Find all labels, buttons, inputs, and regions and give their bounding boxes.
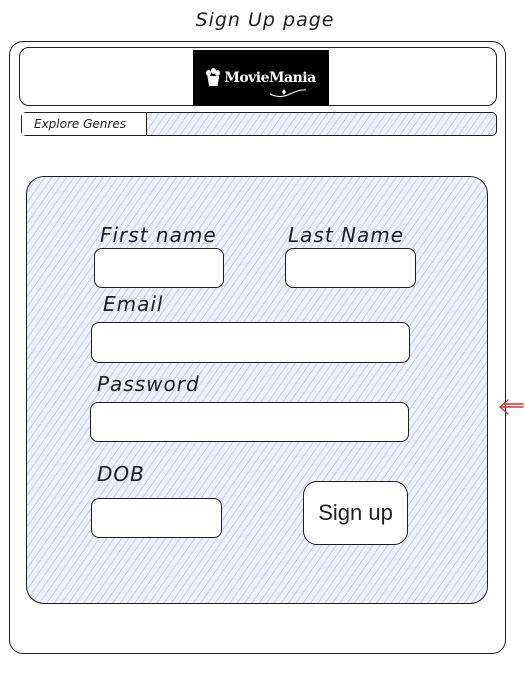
password-label: Password — [97, 372, 200, 396]
first-name-label: First name — [100, 223, 217, 247]
logo-text: MovieMania — [224, 70, 316, 86]
logo-swirl-icon — [269, 89, 307, 97]
arrow-left-icon — [498, 399, 524, 415]
email-field[interactable] — [91, 322, 410, 363]
dob-field[interactable] — [91, 498, 222, 538]
password-field[interactable] — [90, 402, 409, 442]
signup-form-card — [26, 176, 488, 604]
first-name-field[interactable] — [94, 248, 224, 288]
last-name-label: Last Name — [288, 223, 405, 247]
signup-button[interactable]: Sign up — [303, 481, 408, 545]
logo[interactable]: MovieMania — [193, 50, 329, 106]
dob-label: DOB — [97, 462, 145, 486]
email-label: Email — [103, 292, 164, 316]
nav-explore-genres[interactable]: Explore Genres — [22, 113, 147, 135]
page-title: Sign Up page — [195, 9, 335, 31]
popcorn-icon — [206, 68, 221, 86]
last-name-field[interactable] — [285, 248, 416, 288]
